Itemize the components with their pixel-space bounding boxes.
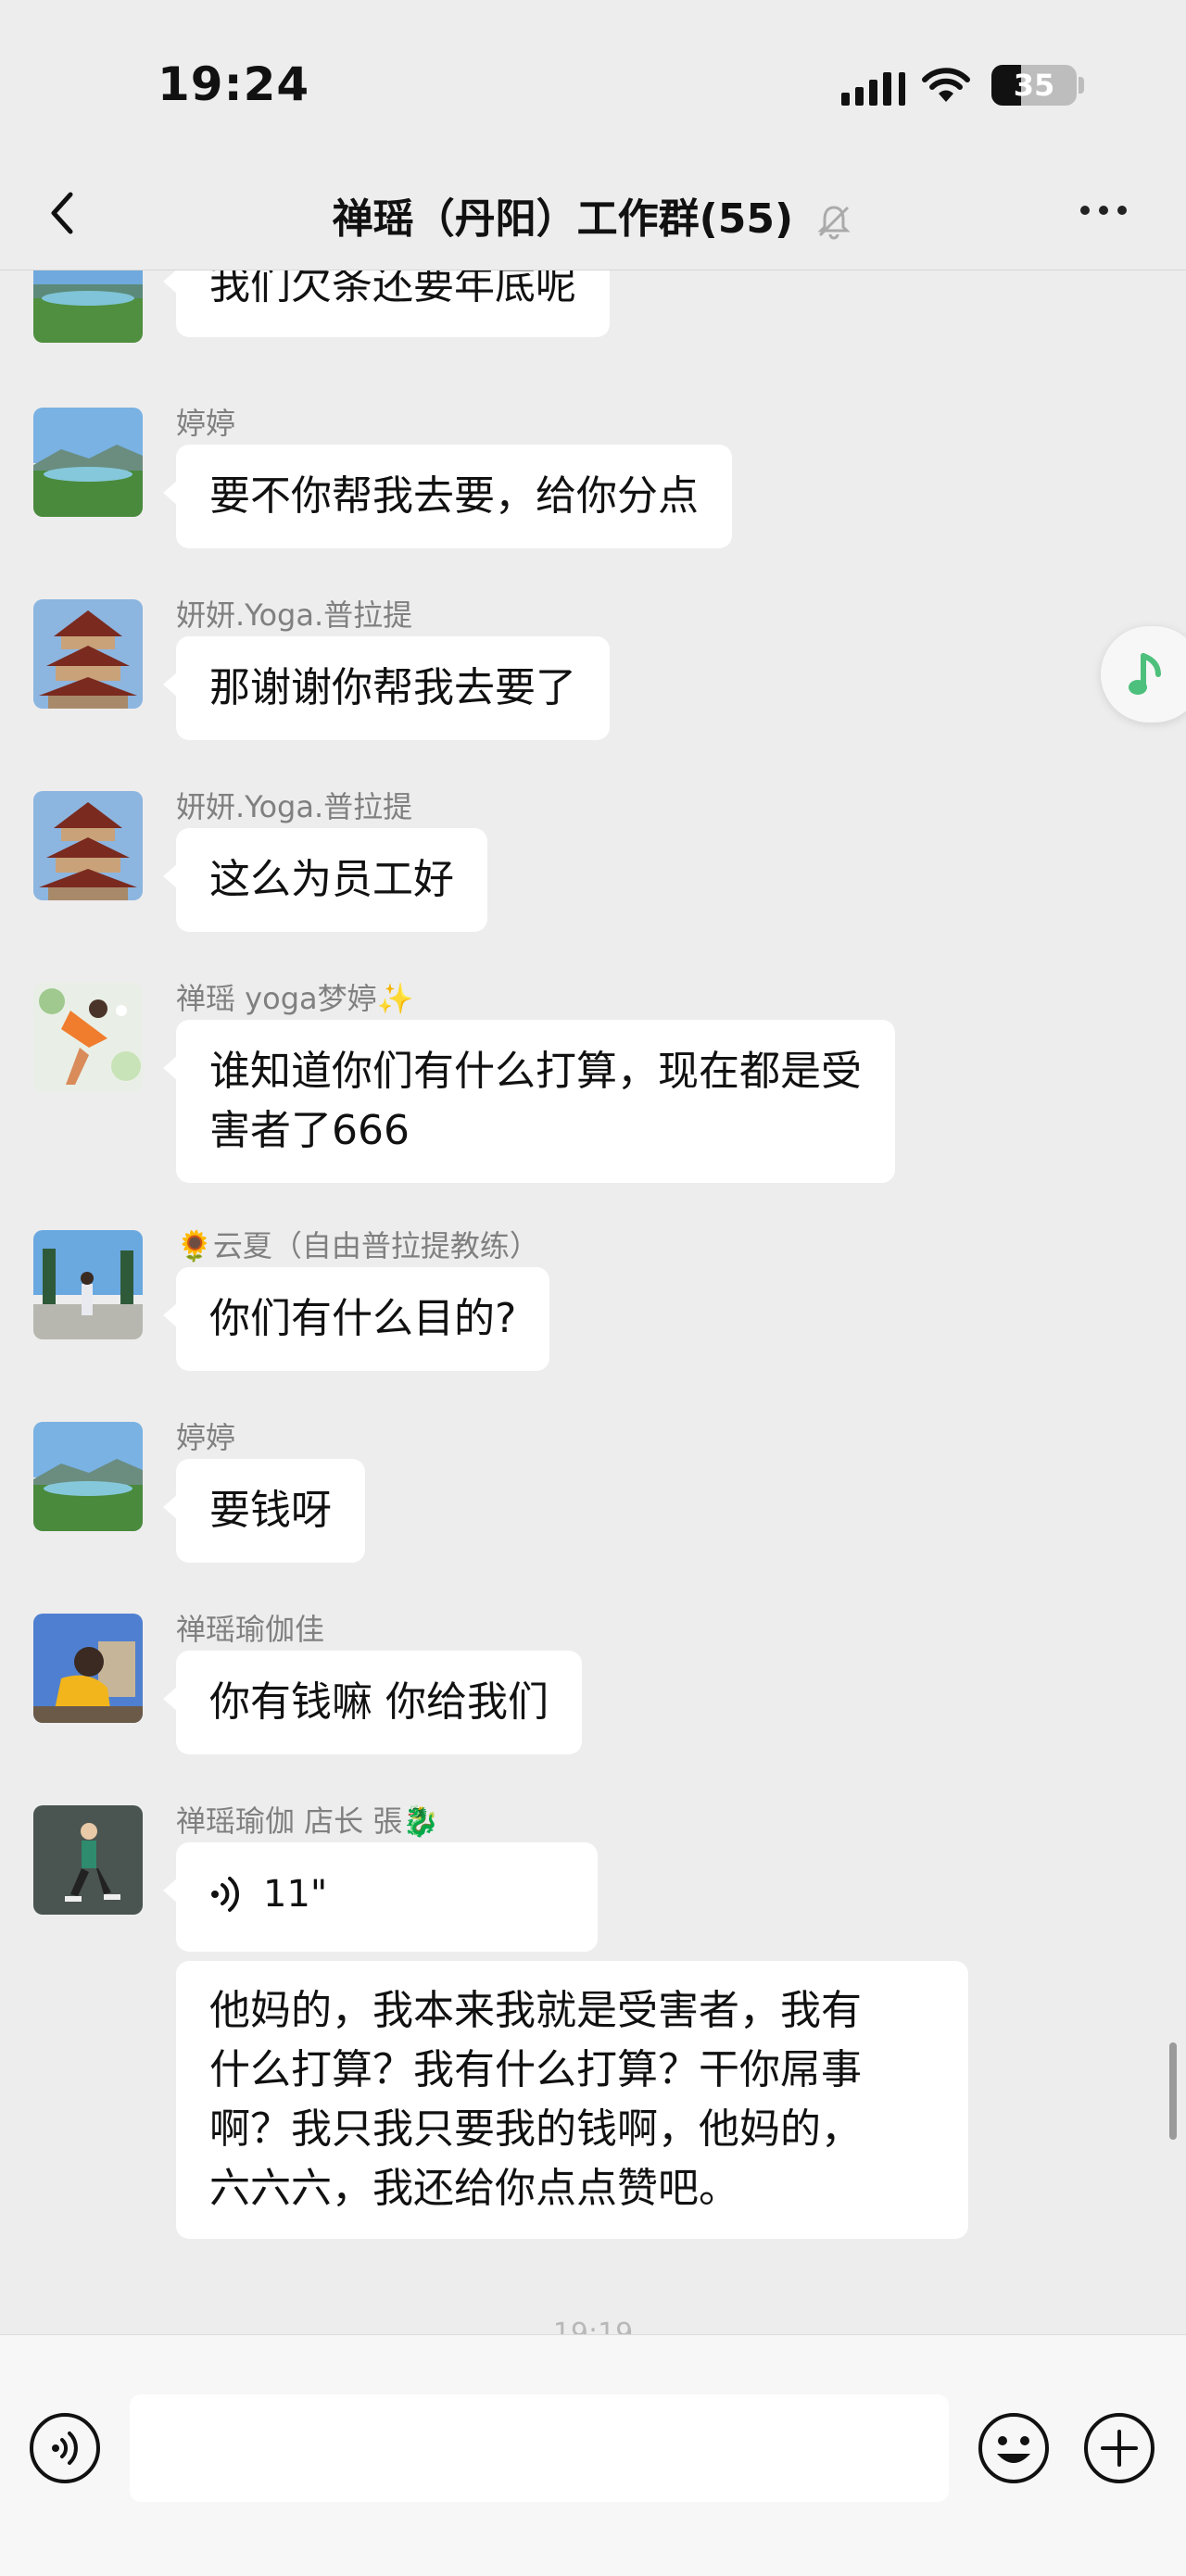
message-input[interactable] <box>130 2394 949 2502</box>
nav-bar: 禅瑶（丹阳）工作群(55) <box>0 157 1186 270</box>
message-text: 你们有什么目的? <box>209 1295 517 1342</box>
cellular-signal-icon <box>841 69 905 106</box>
emoji-icon[interactable] <box>977 2411 1051 2485</box>
message-bubble[interactable]: 谁知道你们有什么打算，现在都是受 害者了666 <box>163 1020 895 1183</box>
message-bubble[interactable]: 要不你帮我去要，给你分点 <box>163 445 732 548</box>
status-time: 19:24 <box>158 57 310 111</box>
input-bar <box>0 2334 1186 2576</box>
sender-name: 婷婷 <box>176 406 236 441</box>
message-text-line: 害者了666 <box>209 1107 410 1154</box>
mute-icon <box>817 206 852 240</box>
message-text: 这么为员工好 <box>209 856 454 903</box>
message-bubble[interactable]: 要钱呀 <box>163 1459 365 1563</box>
transcript-line: 他妈的，我本来我就是受害者，我有 <box>209 1987 862 2034</box>
avatar[interactable] <box>33 270 143 343</box>
message-text: 那谢谢你帮我去要了 <box>209 664 576 711</box>
battery-tip <box>1079 77 1084 94</box>
time-divider: 19:19 <box>552 2318 634 2334</box>
voice-message-content: 11" <box>209 1865 564 1924</box>
message-text: 你有钱嘛 你给我们 <box>209 1678 549 1726</box>
avatar[interactable] <box>33 1422 143 1531</box>
avatar[interactable] <box>33 1230 143 1339</box>
transcript-line: 啊？我只我只要我的钱啊，他妈的， <box>209 2105 862 2153</box>
avatar[interactable] <box>33 599 143 709</box>
message-text: 要钱呀 <box>209 1487 332 1534</box>
message-bubble[interactable]: 那谢谢你帮我去要了 <box>163 636 610 740</box>
sender-name: 妍妍.Yoga.普拉提 <box>176 597 413 633</box>
voice-input-icon[interactable] <box>28 2411 102 2485</box>
voice-duration: 11" <box>263 1873 328 1916</box>
message-text: 要不你帮我去要，给你分点 <box>209 472 699 520</box>
avatar[interactable] <box>33 1614 143 1723</box>
chat-title: 禅瑶（丹阳）工作群(55) <box>0 185 1186 245</box>
message-bubble[interactable]: 你有钱嘛 你给我们 <box>163 1651 582 1754</box>
music-note-icon <box>1129 653 1161 695</box>
sender-name: 禅瑶瑜伽佳 <box>176 1612 325 1647</box>
battery-icon: 35 <box>991 65 1077 106</box>
message-bubble[interactable]: 你们有什么目的? <box>162 1267 550 1371</box>
message-text: 我们欠条还要年底呢 <box>209 270 576 308</box>
sender-name: 🌻云夏（自由普拉提教练） <box>176 1228 539 1263</box>
plus-icon[interactable] <box>1082 2411 1156 2485</box>
battery-percent: 35 <box>1013 68 1055 103</box>
avatar[interactable] <box>33 791 143 900</box>
avatar[interactable] <box>33 983 143 1092</box>
chat-screen: 19:24 35 禅瑶（丹阳）工作群(55) 我们欠条还要年底呢 婷婷 要不你帮… <box>0 0 1186 2576</box>
avatar[interactable] <box>33 1805 143 1915</box>
status-bar: 19:24 35 <box>0 0 1186 157</box>
voice-transcript[interactable]: 他妈的，我本来我就是受害者，我有 什么打算？我有什么打算？干你屌事 啊？我只我只… <box>176 1961 968 2239</box>
more-icon[interactable] <box>1080 206 1127 215</box>
sender-name: 禅瑶瑜伽 店长 張🐉 <box>176 1803 440 1839</box>
sender-name: 婷婷 <box>176 1420 236 1455</box>
sender-name: 妍妍.Yoga.普拉提 <box>176 789 413 824</box>
message-bubble[interactable]: 这么为员工好 <box>163 828 487 932</box>
transcript-line: 六六六，我还给你点点赞吧。 <box>209 2165 739 2212</box>
transcript-line: 什么打算？我有什么打算？干你屌事 <box>209 2046 862 2093</box>
voice-message[interactable]: 11" <box>163 1842 598 1952</box>
wifi-icon <box>922 68 970 102</box>
sender-name: 禅瑶 yoga梦婷✨ <box>176 981 414 1016</box>
avatar[interactable] <box>33 408 143 517</box>
message-list[interactable]: 我们欠条还要年底呢 婷婷 要不你帮我去要，给你分点 妍妍.Yoga.普拉提 那谢… <box>0 270 1186 2334</box>
message-bubble[interactable]: 我们欠条还要年底呢 <box>163 270 610 337</box>
voice-icon <box>211 1877 240 1912</box>
chat-title-text: 禅瑶（丹阳）工作群(55) <box>332 195 794 243</box>
scrollbar[interactable] <box>1169 2042 1177 2140</box>
message-text-line: 谁知道你们有什么打算，现在都是受 <box>209 1048 862 1095</box>
